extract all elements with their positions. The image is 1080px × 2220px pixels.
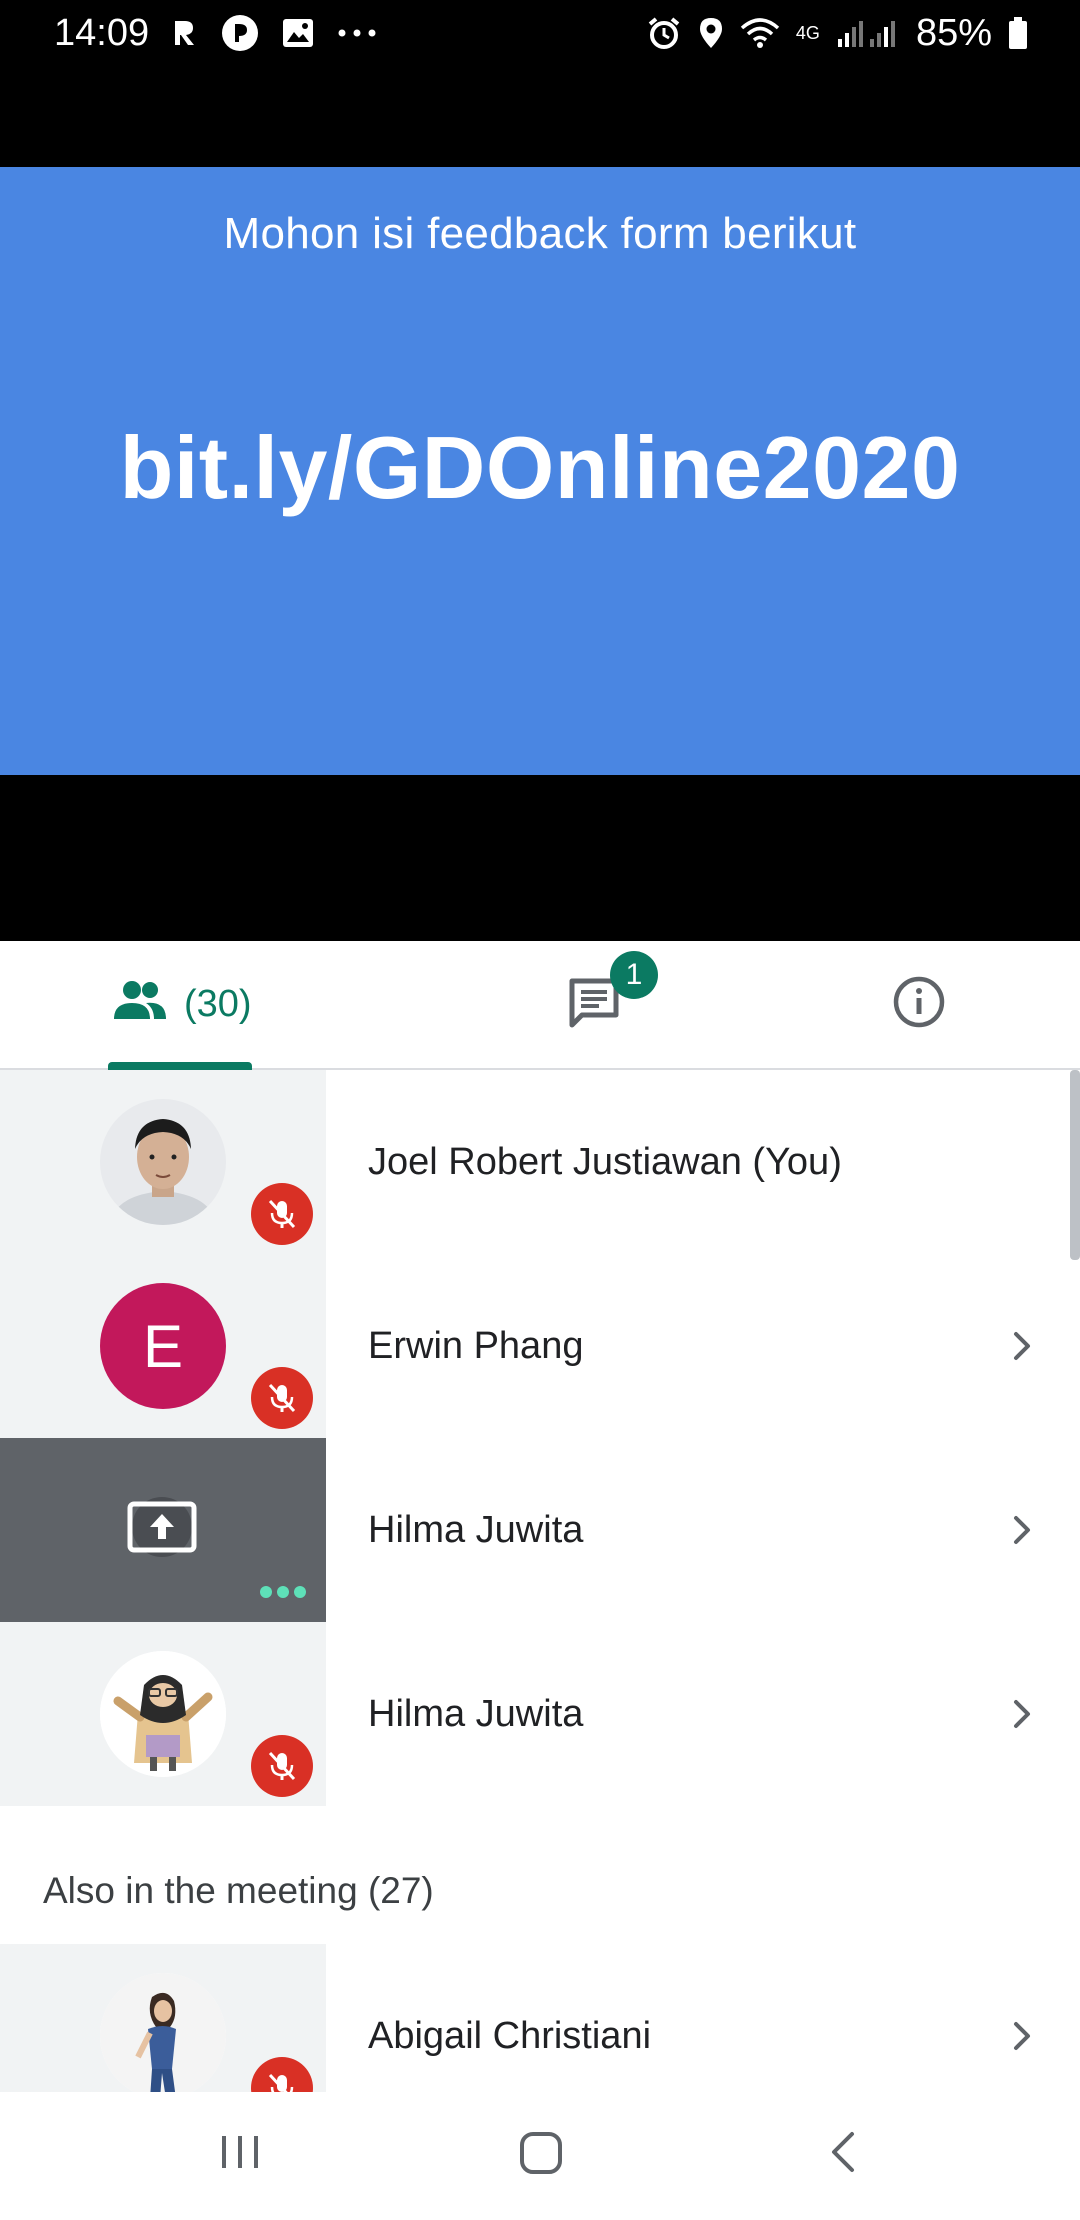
- mic-off-icon: [251, 1735, 313, 1797]
- people-count: (30): [184, 983, 252, 1025]
- system-nav-bar: [0, 2092, 1080, 2220]
- present-screen-icon: [124, 1494, 200, 1565]
- pocket-casts-icon: [221, 14, 259, 52]
- avatar: [100, 1651, 226, 1777]
- r-icon: [171, 17, 199, 49]
- battery-icon: [1008, 16, 1028, 50]
- tab-info[interactable]: [757, 941, 1080, 1068]
- participant-name: Hilma Juwita: [368, 1692, 584, 1735]
- wifi-icon: [740, 16, 780, 50]
- mic-off-icon: [251, 1367, 313, 1429]
- status-time: 14:09: [54, 11, 150, 54]
- chat-icon: [566, 978, 622, 1035]
- participant-tile: E: [0, 1254, 326, 1438]
- home-icon[interactable]: [518, 2130, 564, 2181]
- status-bar: 14:09 4G 85%: [0, 0, 1080, 66]
- participant-tile: [0, 1070, 326, 1254]
- chevron-right-icon[interactable]: [1002, 2016, 1042, 2061]
- meeting-tabs: (30) 1: [0, 941, 1080, 1070]
- back-icon[interactable]: [822, 2130, 866, 2179]
- participant-name: Joel Robert Justiawan (You): [368, 1140, 842, 1183]
- gallery-icon: [281, 17, 315, 49]
- location-icon: [698, 16, 724, 50]
- participant-name: Hilma Juwita: [368, 1508, 584, 1551]
- chevron-right-icon[interactable]: [1002, 1694, 1042, 1739]
- avatar: [100, 1973, 226, 2092]
- participant-name: Abigail Christiani: [368, 2014, 652, 2057]
- slide-subtitle: Mohon isi feedback form berikut: [223, 209, 857, 258]
- participant-tile: [0, 1944, 326, 2092]
- speaking-indicator-icon: [258, 1584, 308, 1605]
- more-icon: [337, 28, 377, 38]
- tab-people[interactable]: (30): [0, 941, 435, 1070]
- chevron-right-icon[interactable]: [1002, 1326, 1042, 1371]
- tab-indicator: [108, 1062, 252, 1070]
- participant-row[interactable]: Abigail Christiani: [0, 1944, 1080, 2092]
- participant-tile: [0, 1622, 326, 1806]
- signal-icon: [836, 17, 900, 49]
- info-icon: [892, 975, 946, 1034]
- people-icon: [112, 979, 168, 1031]
- slide-link: bit.ly/GDOnline2020: [119, 418, 961, 517]
- participant-list[interactable]: Joel Robert Justiawan (You) E Erwin Phan…: [0, 1070, 1080, 2092]
- chevron-right-icon[interactable]: [1002, 1510, 1042, 1555]
- presentation-view[interactable]: Mohon isi feedback form berikut bit.ly/G…: [0, 66, 1080, 941]
- participant-row[interactable]: E Erwin Phang: [0, 1254, 1080, 1438]
- mic-off-icon: [251, 1183, 313, 1245]
- participant-row[interactable]: Hilma Juwita: [0, 1622, 1080, 1806]
- participant-name: Erwin Phang: [368, 1324, 584, 1367]
- section-header-also-in-meeting: Also in the meeting (27): [43, 1870, 434, 1911]
- participant-row[interactable]: Joel Robert Justiawan (You): [0, 1070, 1080, 1260]
- presentation-slide: Mohon isi feedback form berikut bit.ly/G…: [0, 167, 1080, 775]
- scrollbar[interactable]: [1070, 1070, 1080, 1260]
- participant-row[interactable]: Hilma Juwita: [0, 1438, 1080, 1622]
- participant-tile: [0, 1438, 326, 1622]
- network-type: 4G: [795, 22, 820, 43]
- chat-unread-badge: 1: [610, 950, 658, 999]
- avatar: E: [100, 1283, 226, 1409]
- battery-percent: 85%: [915, 11, 992, 54]
- recent-apps-icon[interactable]: [218, 2130, 262, 2179]
- alarm-icon: [646, 15, 682, 51]
- mic-off-icon: [251, 2057, 313, 2092]
- tab-chat[interactable]: 1: [435, 941, 758, 1068]
- avatar: [100, 1099, 226, 1225]
